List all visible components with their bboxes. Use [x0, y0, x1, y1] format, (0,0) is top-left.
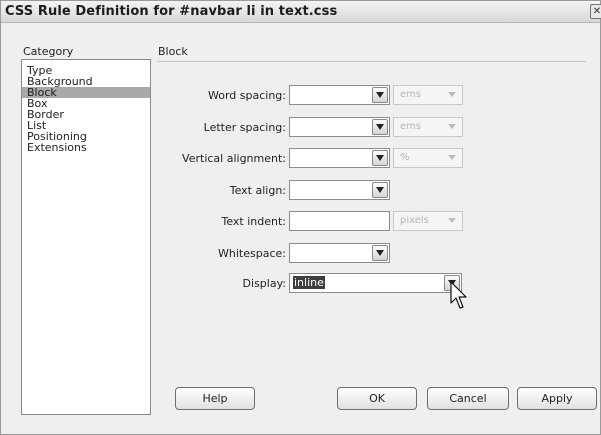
- text-align-label: Text align:: [229, 184, 286, 197]
- category-header: Category: [23, 45, 74, 58]
- display-combo[interactable]: inline: [289, 273, 462, 293]
- css-rule-definition-dialog: CSS Rule Definition for #navbar li in te…: [0, 0, 601, 435]
- letter-spacing-combo[interactable]: [289, 117, 390, 137]
- vertical-alignment-unit: %: [400, 152, 410, 163]
- ok-button[interactable]: OK: [337, 387, 417, 410]
- word-spacing-label: Word spacing:: [208, 89, 286, 102]
- word-spacing-unit-select: ems: [393, 85, 463, 105]
- cancel-button[interactable]: Cancel: [427, 387, 509, 410]
- word-spacing-unit: ems: [400, 89, 422, 100]
- help-button[interactable]: Help: [175, 387, 255, 410]
- word-spacing-combo[interactable]: [289, 85, 390, 105]
- text-indent-unit: pixels: [400, 215, 429, 226]
- chevron-down-icon[interactable]: [372, 150, 388, 166]
- display-label: Display:: [242, 277, 286, 290]
- chevron-down-icon[interactable]: [372, 245, 388, 261]
- vertical-alignment-label: Vertical alignment:: [182, 152, 286, 165]
- vertical-alignment-unit-select: %: [393, 148, 463, 168]
- chevron-down-icon[interactable]: [372, 87, 388, 103]
- letter-spacing-label: Letter spacing:: [203, 121, 286, 134]
- whitespace-label: Whitespace:: [218, 247, 286, 260]
- section-title: Block: [158, 45, 188, 58]
- category-item-extensions[interactable]: Extensions: [22, 142, 150, 153]
- section-divider: [157, 61, 586, 62]
- chevron-down-icon: [447, 89, 459, 101]
- whitespace-combo[interactable]: [289, 243, 390, 263]
- chevron-down-icon: [447, 215, 459, 227]
- display-value: inline: [293, 276, 325, 289]
- chevron-down-icon: [447, 152, 459, 164]
- vertical-alignment-combo[interactable]: [289, 148, 390, 168]
- text-indent-label: Text indent:: [221, 215, 286, 228]
- chevron-down-icon[interactable]: [372, 182, 388, 198]
- apply-button[interactable]: Apply: [517, 387, 597, 410]
- letter-spacing-unit-select: ems: [393, 117, 463, 137]
- text-align-combo[interactable]: [289, 180, 390, 200]
- chevron-down-icon[interactable]: [372, 119, 388, 135]
- mouse-pointer-icon: [450, 281, 467, 309]
- letter-spacing-unit: ems: [400, 121, 422, 132]
- title-bar[interactable]: CSS Rule Definition for #navbar li in te…: [1, 1, 601, 23]
- category-list[interactable]: Type Background Block Box Border List Po…: [21, 59, 151, 415]
- text-indent-field[interactable]: [289, 211, 390, 231]
- chevron-down-icon: [447, 121, 459, 133]
- window-title: CSS Rule Definition for #navbar li in te…: [5, 4, 338, 19]
- close-icon[interactable]: ✕: [590, 4, 601, 19]
- text-indent-unit-select: pixels: [393, 211, 463, 231]
